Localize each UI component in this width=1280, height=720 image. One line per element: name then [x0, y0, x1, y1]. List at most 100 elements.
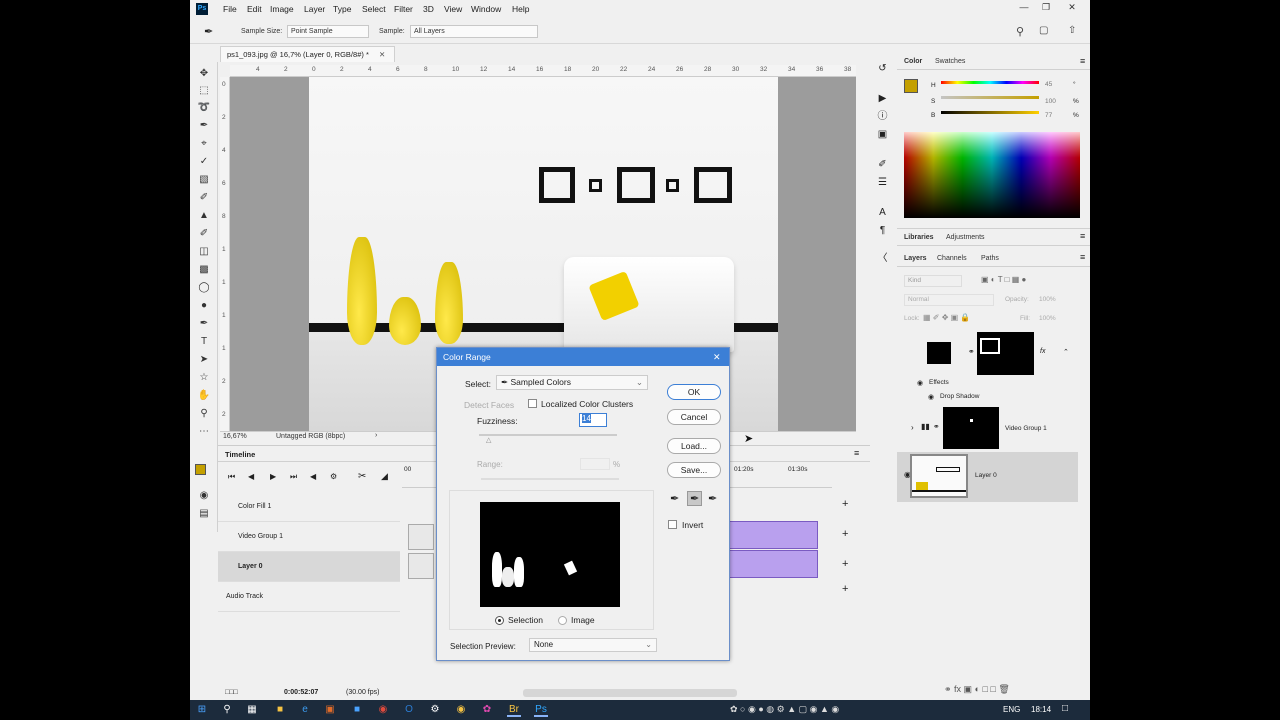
brush-settings-icon[interactable]: ✐: [876, 158, 889, 171]
brightness-slider[interactable]: [941, 111, 1039, 114]
screen-mode-icon[interactable]: ▤: [196, 506, 212, 522]
menu-view[interactable]: View: [444, 4, 462, 14]
b-value[interactable]: 77: [1045, 112, 1052, 119]
photoshop-taskbar-icon[interactable]: Ps: [534, 703, 548, 717]
foreground-color-swatch[interactable]: [195, 464, 206, 475]
dodge-tool-icon[interactable]: ●: [196, 298, 212, 314]
eyedropper-icon[interactable]: ✓: [196, 154, 212, 170]
expand-icon[interactable]: ⌃: [1063, 348, 1069, 356]
language-indicator[interactable]: ENG: [1003, 705, 1020, 714]
fuzziness-slider[interactable]: [479, 434, 617, 436]
move-tool-icon[interactable]: ✥: [196, 66, 212, 82]
steam-icon[interactable]: ⚙: [428, 703, 442, 717]
timeline-menu-icon[interactable]: ≡: [854, 448, 859, 458]
panel-menu-icon[interactable]: ≡: [1080, 252, 1085, 262]
adjust-icon[interactable]: ☰: [876, 176, 889, 189]
menu-3d[interactable]: 3D: [423, 4, 434, 14]
menu-image[interactable]: Image: [270, 4, 294, 14]
layers-footer-icons[interactable]: ⚭ fx ▣ ◐ □ □ 🗑: [944, 684, 1010, 695]
share-icon[interactable]: ⇧: [1068, 25, 1076, 36]
healing-tool-icon[interactable]: ▧: [196, 172, 212, 188]
layer-row-color-fill[interactable]: ⚭ fx ⌃: [897, 330, 1078, 380]
search-icon[interactable]: ⚲: [1016, 25, 1024, 38]
menu-file[interactable]: File: [223, 4, 237, 14]
search-icon[interactable]: ⚲: [220, 703, 234, 717]
tab-layers[interactable]: Layers: [904, 255, 927, 262]
menu-window[interactable]: Window: [471, 4, 501, 14]
chrome-icon[interactable]: ◉: [376, 703, 390, 717]
fuzziness-input[interactable]: 14: [579, 413, 607, 427]
render-icon[interactable]: □□□: [225, 689, 238, 696]
blend-mode-select[interactable]: Normal: [904, 294, 994, 306]
opacity-value[interactable]: 100%: [1039, 296, 1056, 303]
eraser-tool-icon[interactable]: ◫: [196, 244, 212, 260]
select-dropdown[interactable]: ✒ Sampled Colors ⌄: [496, 375, 648, 390]
load-button[interactable]: Load...: [667, 438, 721, 454]
history-brush-icon[interactable]: ✐: [196, 226, 212, 242]
tab-color[interactable]: Color: [904, 58, 922, 65]
fill-value[interactable]: 100%: [1039, 315, 1056, 322]
expand-chevron-icon[interactable]: ›: [911, 423, 914, 432]
menu-type[interactable]: Type: [333, 4, 351, 14]
layer-0-thumb[interactable]: [408, 553, 434, 579]
saturation-slider[interactable]: [941, 96, 1039, 99]
fx-badge[interactable]: fx: [1040, 348, 1045, 355]
history-icon[interactable]: ↺: [876, 62, 889, 75]
h-value[interactable]: 45: [1045, 81, 1052, 88]
hue-slider[interactable]: [941, 81, 1039, 84]
timeline-scrollbar[interactable]: [523, 689, 737, 697]
close-document-icon[interactable]: ✕: [379, 50, 385, 59]
close-icon[interactable]: ✕: [1062, 2, 1082, 13]
filter-icons[interactable]: ▣ ◐ T □ ▦ ●: [981, 275, 1026, 284]
play-icon[interactable]: ▶: [270, 472, 276, 481]
fuzziness-slider-thumb[interactable]: △: [486, 436, 491, 444]
add-to-sample-icon[interactable]: ✒: [687, 491, 703, 506]
invert-checkbox[interactable]: [668, 520, 677, 529]
properties-icon[interactable]: ▣: [876, 128, 889, 141]
tab-adjustments[interactable]: Adjustments: [946, 234, 985, 241]
actions-play-icon[interactable]: ▶: [876, 92, 889, 105]
character-icon[interactable]: A: [876, 206, 889, 219]
save-button[interactable]: Save...: [667, 462, 721, 478]
s-value[interactable]: 100: [1045, 98, 1056, 105]
tab-libraries[interactable]: Libraries: [904, 234, 934, 241]
path-select-icon[interactable]: ➤: [196, 352, 212, 368]
selection-radio[interactable]: [495, 616, 504, 625]
menu-filter[interactable]: Filter: [394, 4, 413, 14]
menu-help[interactable]: Help: [512, 4, 529, 14]
selection-preview-select[interactable]: None ⌄: [529, 638, 657, 652]
add-audio-icon[interactable]: +: [842, 583, 848, 595]
add-media-icon[interactable]: +: [842, 528, 848, 540]
menu-select[interactable]: Select: [362, 4, 386, 14]
pen-tool-icon[interactable]: ✒: [196, 316, 212, 332]
track-color-fill[interactable]: Color Fill 1: [218, 492, 400, 522]
layer-row-video-group[interactable]: › ▮▮ ⚭ Video Group 1: [897, 405, 1078, 455]
bridge-icon[interactable]: Br: [507, 703, 521, 717]
status-chevron-icon[interactable]: ›: [375, 432, 377, 439]
track-audio[interactable]: Audio Track: [218, 582, 400, 612]
lock-icons[interactable]: ▦ ✐ ✥ ▣ 🔒: [923, 313, 970, 322]
cancel-button[interactable]: Cancel: [667, 409, 721, 425]
sample-size-select[interactable]: Point Sample: [287, 25, 369, 38]
store-icon[interactable]: ▣: [323, 703, 337, 717]
shape-tool-icon[interactable]: ☆: [196, 370, 212, 386]
eyedropper-icon[interactable]: ✒: [670, 492, 679, 505]
timeline-title[interactable]: Timeline: [225, 450, 255, 459]
zoom-level[interactable]: 16,67%: [223, 433, 247, 440]
color-spectrum[interactable]: [904, 132, 1080, 218]
layer-name[interactable]: Video Group 1: [1005, 425, 1047, 432]
task-view-icon[interactable]: ▦: [245, 703, 259, 717]
blur-tool-icon[interactable]: ◯: [196, 280, 212, 296]
type-tool-icon[interactable]: T: [196, 334, 212, 350]
settings-icon[interactable]: ⚙: [330, 472, 337, 481]
tray-icons[interactable]: ✿ ○ ◉ ● ◍ ⚙ ▲ ▢ ◉ ▲ ◉: [730, 704, 839, 715]
panel-menu-icon[interactable]: ≡: [1080, 56, 1085, 66]
layer-0-clip[interactable]: [728, 550, 818, 578]
quick-mask-icon[interactable]: ◉: [196, 488, 212, 504]
layer-name[interactable]: Layer 0: [975, 472, 997, 479]
crop-tool-icon[interactable]: ⌖: [196, 136, 212, 152]
localized-clusters-checkbox[interactable]: [528, 399, 537, 408]
app-icon[interactable]: ■: [350, 703, 364, 717]
more-tools-icon[interactable]: ⋯: [196, 424, 212, 440]
paragraph-icon[interactable]: ¶: [876, 224, 889, 237]
